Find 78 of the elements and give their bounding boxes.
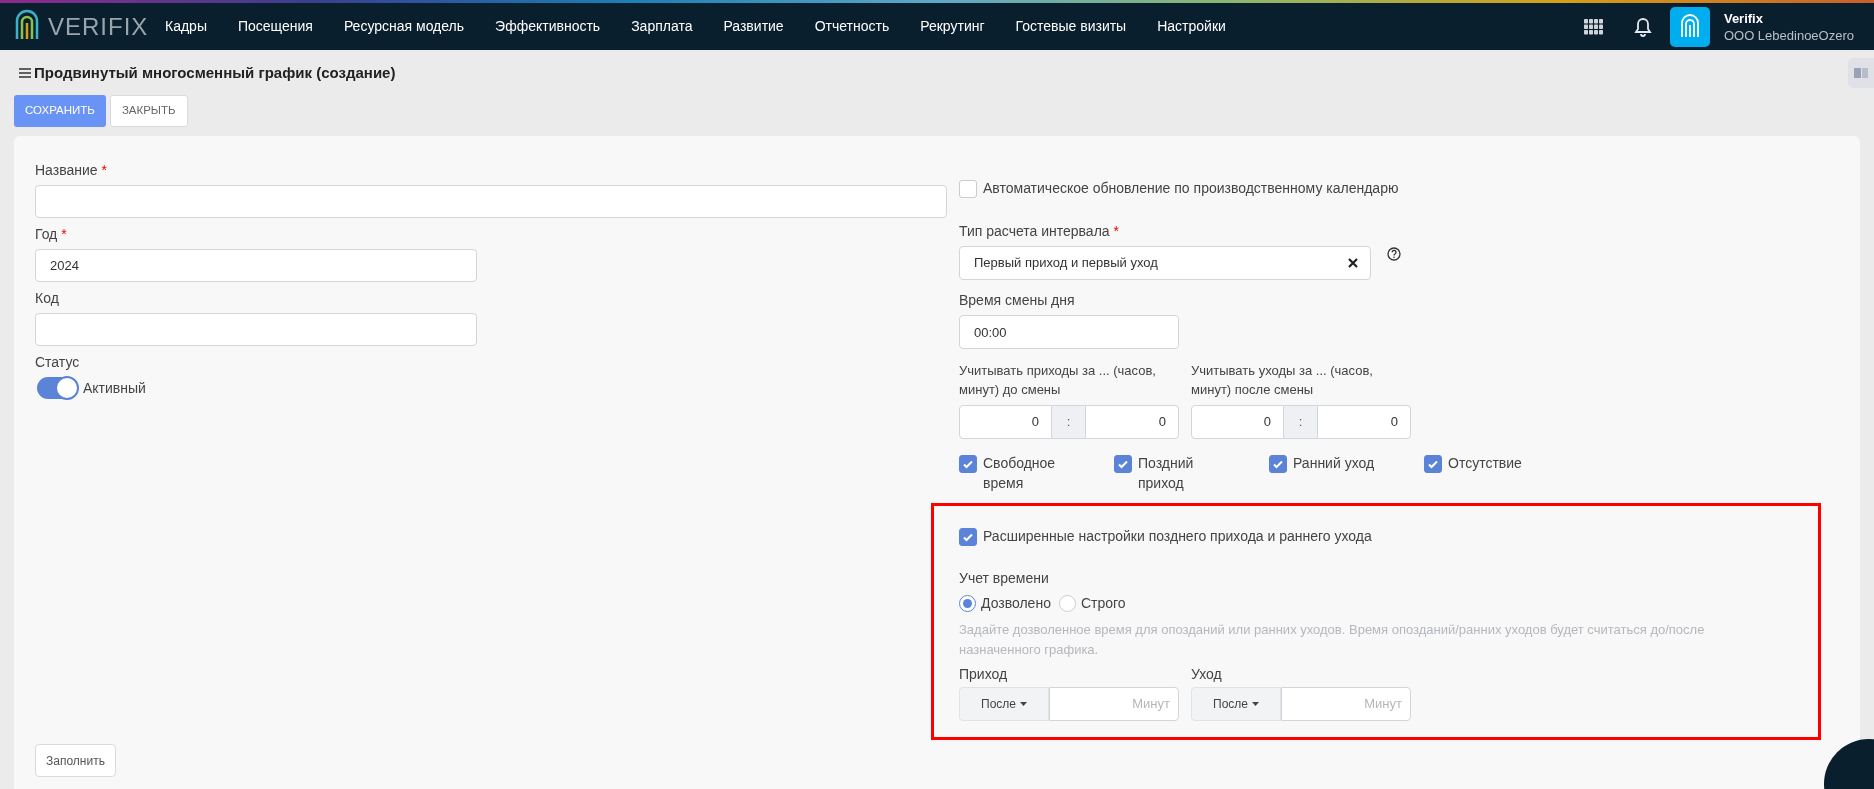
text-input[interactable] [35, 313, 477, 346]
time-separator: : [1052, 405, 1085, 439]
field-label: Время смены дня [959, 291, 1075, 310]
checkbox[interactable] [1269, 455, 1287, 473]
nav-link[interactable]: Ресурсная модель [343, 16, 465, 37]
minutes-input[interactable]: Минут [1281, 687, 1411, 721]
checkbox-label: Отсутствие [1448, 454, 1522, 473]
required-mark: * [1113, 222, 1120, 241]
radio-label: Дозволено [981, 594, 1051, 613]
field-label: Учитывать приходы за ... (часов, минут) до смены [959, 362, 1157, 399]
help-icon[interactable] [1387, 247, 1401, 261]
field-label: Приход [959, 665, 1009, 684]
mode-dropdown[interactable]: После [1191, 687, 1281, 721]
side-tab[interactable] [1848, 58, 1874, 88]
field-label: Учитывать уходы за ... (часов, минут) после смены [1191, 362, 1374, 399]
required-mark: * [61, 225, 67, 244]
hours-input[interactable]: 0 [1191, 405, 1284, 439]
nav-link[interactable]: Настройки [1157, 16, 1226, 37]
text-input[interactable]: 2024 [35, 249, 477, 282]
logo-text: VERIFIX [48, 11, 149, 42]
nav-link[interactable]: Кадры [165, 16, 207, 37]
checkbox-label: Автоматическое обновление по производственному календарю [983, 179, 1399, 198]
mode-dropdown[interactable]: После [959, 687, 1049, 721]
minutes-input[interactable]: Минут [1049, 687, 1179, 721]
radio-label: Строго [1080, 594, 1126, 613]
status-text: Активный [83, 378, 146, 398]
checkbox-label: Ранний уход [1293, 454, 1375, 473]
checkbox[interactable] [959, 455, 977, 473]
checkbox[interactable] [1114, 455, 1132, 473]
user-name: Verifix [1723, 9, 1764, 27]
required-mark: * [101, 161, 107, 180]
interval-type-select[interactable]: Первый приход и первый уход [959, 246, 1371, 280]
checkmark-icon [1272, 458, 1284, 470]
nav-link[interactable]: Посещения [237, 16, 313, 37]
field-label: Статус [35, 353, 80, 372]
nav-link[interactable]: Эффективность [495, 16, 601, 37]
checkbox-label: Свободное время [983, 454, 1057, 493]
field-label: Название [35, 161, 98, 180]
menu-icon[interactable] [19, 68, 31, 78]
nav-link[interactable]: Развитие [723, 16, 784, 37]
nav-link[interactable]: Рекрутинг [920, 16, 985, 37]
bell-icon[interactable] [1633, 16, 1652, 37]
avatar[interactable] [1669, 6, 1710, 47]
minutes-input[interactable]: 0 [1317, 405, 1411, 439]
checkbox-label: Расширенные настройки позднего прихода и раннего ухода [983, 527, 1372, 546]
field-label: Уход [1191, 665, 1223, 684]
checkbox[interactable] [1424, 455, 1442, 473]
hours-input[interactable]: 0 [959, 405, 1052, 439]
hint-text: Задайте дозволенное время для опозданий или ранних уходов. Время опозданий/ранних уходов будет считаться до/после назначенного графика. [959, 621, 1706, 659]
minutes-input[interactable]: 0 [1085, 405, 1179, 439]
nav-link[interactable]: Гостевые визиты [1015, 16, 1127, 37]
time-separator: : [1284, 405, 1317, 439]
close-button[interactable]: ЗАКРЫТЬ [109, 95, 188, 127]
caret-icon [1020, 702, 1027, 706]
field-label: Код [35, 289, 59, 308]
checkbox-label: Поздний приход [1138, 454, 1195, 493]
time-input[interactable]: 00:00 [959, 315, 1179, 349]
translate-icon [1854, 68, 1868, 78]
field-label: Год [35, 225, 58, 244]
organization-name: OOO LebedinoeOzero [1723, 26, 1854, 44]
checkmark-icon [1117, 458, 1129, 470]
text-input[interactable] [35, 185, 947, 218]
nav-link[interactable]: Зарплата [631, 16, 693, 37]
nav-link[interactable]: Отчетность [814, 16, 890, 37]
field-label: Учет времени [959, 569, 1049, 588]
clear-icon[interactable] [1348, 258, 1358, 268]
radio-button[interactable] [959, 595, 976, 612]
page-title: Продвинутый многосменный график (создание) [34, 62, 396, 83]
checkmark-icon [1427, 458, 1439, 470]
status-toggle[interactable] [37, 377, 77, 399]
checkbox[interactable] [959, 179, 977, 198]
field-label: Тип расчета интервала [959, 222, 1110, 241]
apps-grid-icon[interactable] [1583, 18, 1604, 35]
caret-icon [1252, 702, 1259, 706]
fill-button[interactable]: Заполнить [35, 744, 116, 777]
radio-button[interactable] [1058, 595, 1076, 612]
checkbox[interactable] [959, 527, 977, 546]
checkmark-icon [962, 458, 974, 470]
